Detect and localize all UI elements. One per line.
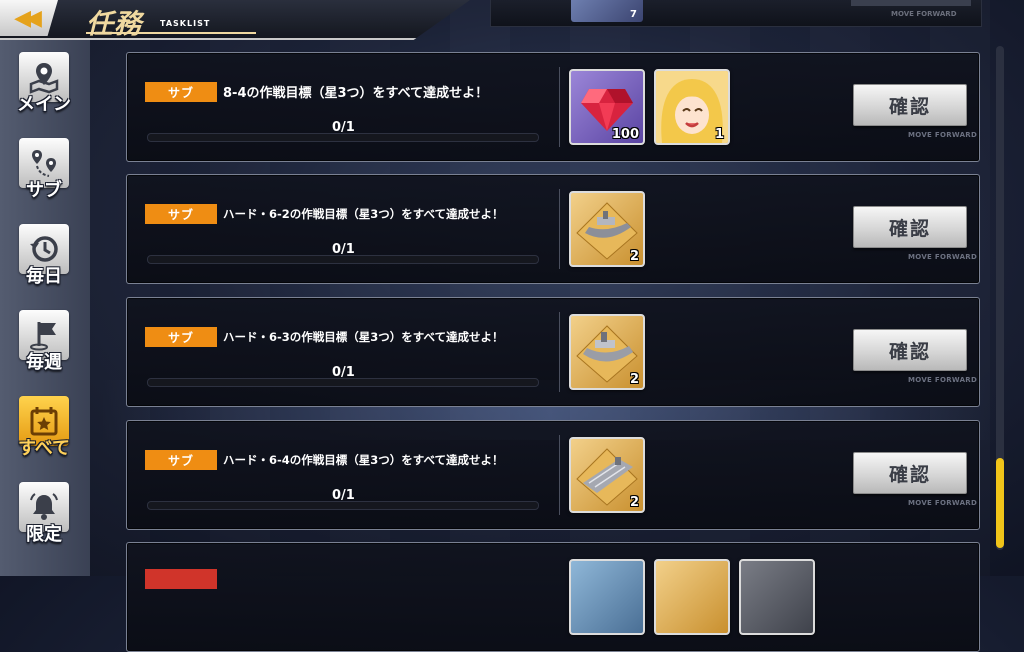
task-progress-label: 0/1: [332, 488, 355, 503]
move-forward-label: MOVE FORWARD: [908, 376, 978, 384]
reward-item-partial[interactable]: [739, 559, 815, 635]
tab-limited-label: 限定: [26, 524, 62, 545]
reward-count: 2: [629, 249, 639, 264]
task-type-badge: サブ: [145, 204, 217, 224]
tab-main[interactable]: メイン: [10, 52, 78, 130]
page-title: 任務: [86, 9, 142, 40]
tab-sub-label: サブ: [26, 180, 62, 201]
task-description: ハード・6-4の作戦目標（星3つ）をすべて達成せよ！: [223, 453, 504, 467]
tab-weekly[interactable]: 毎週: [10, 310, 78, 388]
task-type-badge: サブ: [145, 450, 217, 470]
reward-item[interactable]: 2: [569, 314, 645, 390]
divider: [559, 67, 560, 147]
tab-all-label: すべて: [17, 438, 71, 459]
reward-item[interactable]: 100: [569, 69, 645, 145]
task-card-partial-top: 7 MOVE FORWARD: [490, 0, 982, 27]
move-forward-label: MOVE FORWARD: [908, 131, 978, 139]
reward-item-partial[interactable]: 7: [571, 0, 643, 22]
task-card: サブ ハード・6-4の作戦目標（星3つ）をすべて達成せよ！ 0/1 2 確認 M…: [126, 420, 980, 530]
task-description: ハード・6-2の作戦目標（星3つ）をすべて達成せよ！: [223, 207, 504, 221]
tab-daily-label: 毎日: [26, 266, 62, 287]
confirm-button[interactable]: 確認: [853, 206, 967, 248]
reward-item[interactable]: 1: [654, 69, 730, 145]
title-underline: [86, 32, 256, 34]
confirm-button[interactable]: 確認: [853, 452, 967, 494]
reward-item[interactable]: 2: [569, 191, 645, 267]
task-description: ハード・6-3の作戦目標（星3つ）をすべて達成せよ！: [223, 330, 504, 344]
task-type-badge: [145, 569, 217, 589]
reward-count: 100: [611, 127, 639, 142]
back-button[interactable]: ◀◀: [0, 0, 58, 36]
task-card: サブ ハード・6-3の作戦目標（星3つ）をすべて達成せよ！ 0/1 2 確認 M…: [126, 297, 980, 407]
reward-item-partial[interactable]: [569, 559, 645, 635]
reward-count: 1: [714, 127, 724, 142]
task-type-badge: サブ: [145, 327, 217, 347]
move-forward-label: MOVE FORWARD: [908, 253, 978, 261]
task-progress-label: 0/1: [332, 365, 355, 380]
divider: [559, 312, 560, 392]
task-card: サブ 8-4の作戦目標（星3つ）をすべて達成せよ！ 0/1 100 1 確認 M…: [126, 52, 980, 162]
move-forward-label: MOVE FORWARD: [891, 10, 957, 18]
scrollbar-thumb[interactable]: [996, 458, 1004, 548]
reward-item[interactable]: 2: [569, 437, 645, 513]
tab-limited[interactable]: 限定: [10, 482, 78, 560]
divider: [559, 189, 560, 269]
task-progress-label: 0/1: [332, 242, 355, 257]
double-chevron-left-icon: ◀◀: [14, 5, 42, 31]
confirm-button[interactable]: 確認: [853, 329, 967, 371]
confirm-button-partial[interactable]: [851, 0, 971, 6]
confirm-button[interactable]: 確認: [853, 84, 967, 126]
task-card-partial-bottom: [126, 542, 980, 652]
tab-weekly-label: 毎週: [26, 352, 62, 373]
header-bar: ◀◀ 任務 TASKLIST: [0, 0, 470, 40]
sidebar: メイン サブ 毎日 毎週 すべて 限定: [0, 40, 90, 576]
task-card: サブ ハード・6-2の作戦目標（星3つ）をすべて達成せよ！ 0/1 2 確認 M…: [126, 174, 980, 284]
tab-all[interactable]: すべて: [10, 396, 78, 474]
tab-sub[interactable]: サブ: [10, 138, 78, 216]
move-forward-label: MOVE FORWARD: [908, 499, 978, 507]
divider: [559, 435, 560, 515]
tab-main-label: メイン: [17, 94, 71, 115]
task-description: 8-4の作戦目標（星3つ）をすべて達成せよ！: [223, 86, 489, 101]
task-type-badge: サブ: [145, 82, 217, 102]
task-progress-label: 0/1: [332, 120, 355, 135]
reward-count: 2: [629, 495, 639, 510]
page-subtitle: TASKLIST: [160, 19, 211, 28]
reward-count: 2: [629, 372, 639, 387]
reward-item-partial[interactable]: [654, 559, 730, 635]
tab-daily[interactable]: 毎日: [10, 224, 78, 302]
